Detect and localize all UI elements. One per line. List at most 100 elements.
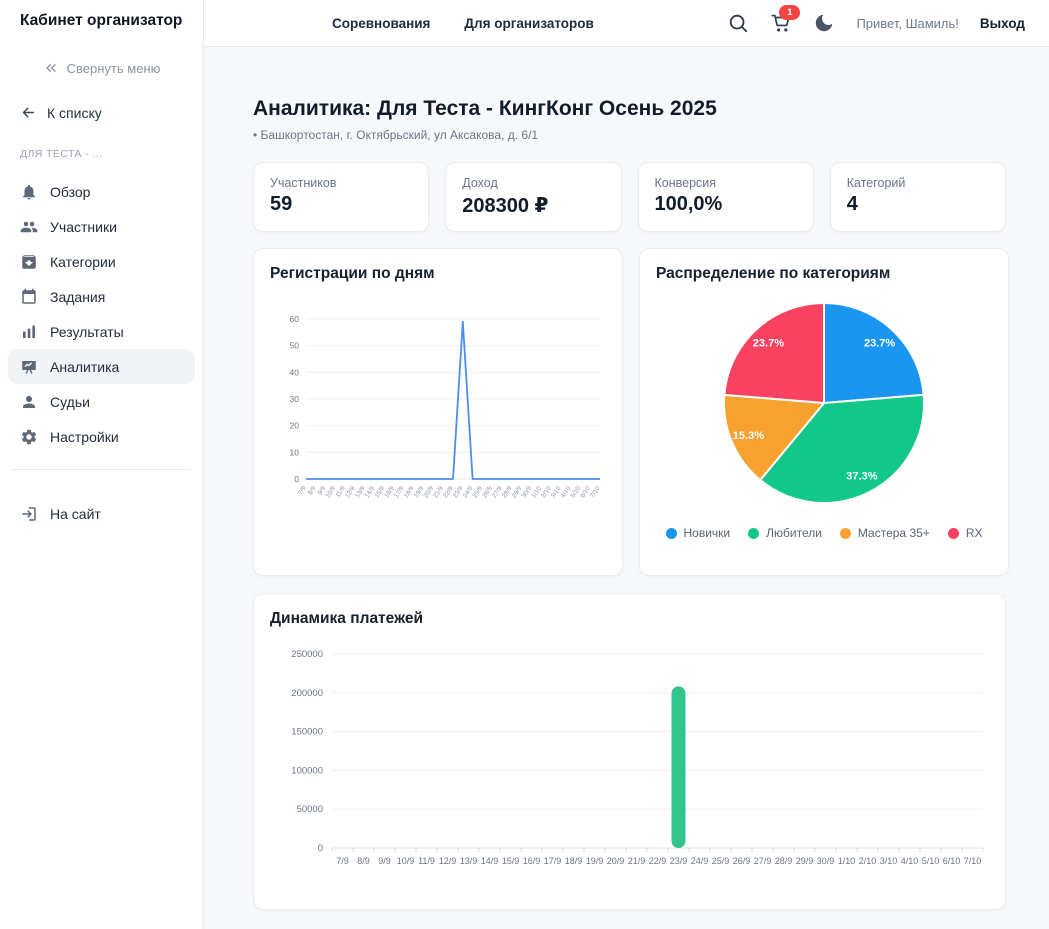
svg-text:10/9: 10/9 — [397, 856, 415, 866]
gear-icon — [20, 428, 38, 446]
svg-text:13/9: 13/9 — [460, 856, 478, 866]
sidebar-item-users[interactable]: Участники — [8, 209, 195, 244]
stat-card: Категорий 4 — [829, 162, 1006, 233]
users-icon — [20, 218, 38, 236]
svg-text:4/10: 4/10 — [901, 856, 919, 866]
svg-text:26/9: 26/9 — [733, 856, 751, 866]
stat-card: Участников 59 — [253, 162, 430, 233]
categories-pie-chart: 23.7% 37.3% 15.3% 23.7% — [656, 291, 992, 524]
svg-text:0: 0 — [294, 474, 299, 484]
sidebar-footer-menu: На сайт — [0, 496, 203, 531]
svg-text:18/9: 18/9 — [565, 856, 583, 866]
cart-badge: 1 — [779, 5, 801, 20]
archive-icon — [20, 253, 38, 271]
legend-label: RX — [965, 526, 983, 541]
calendar-icon — [20, 288, 38, 306]
svg-text:8/9: 8/9 — [357, 856, 370, 866]
sidebar-item-site[interactable]: На сайт — [8, 496, 195, 531]
dark-mode-toggle[interactable] — [813, 12, 835, 34]
collapse-menu-button[interactable]: Свернуть меню — [0, 60, 203, 76]
legend-item[interactable]: Новички — [665, 526, 731, 541]
categories-chart-title: Распределение по категориям — [656, 265, 891, 283]
event-location-text: Башкортостан, г. Октябрьский, ул Аксаков… — [260, 128, 539, 143]
svg-text:20: 20 — [290, 421, 300, 431]
categories-chart-card: Распределение по категориям 23.7% 37.3% 15… — [639, 248, 1009, 577]
search-icon — [730, 14, 748, 33]
stat-label: Доход — [462, 176, 498, 191]
svg-text:150000: 150000 — [291, 727, 323, 738]
svg-text:3/10: 3/10 — [880, 856, 898, 866]
legend-dot-icon — [665, 527, 677, 539]
stat-card: Доход 208300 ₽ — [445, 162, 622, 233]
svg-text:15/9: 15/9 — [502, 856, 520, 866]
svg-text:7/10: 7/10 — [964, 856, 982, 866]
svg-text:12/9: 12/9 — [439, 856, 457, 866]
nav-link-competitions[interactable]: Соревнования — [332, 16, 430, 31]
svg-text:22/9: 22/9 — [649, 856, 667, 866]
payments-chart-card: Динамика платежей 0 50000 100000 150000 2000… — [253, 593, 1006, 911]
sidebar-item-label: На сайт — [50, 505, 101, 522]
sidebar-item-presentation[interactable]: Аналитика — [8, 349, 195, 384]
registrations-line-chart: 0 10 20 30 40 50 60 7/9 8/9 9/9 10/9 11/9 12/9 13/9 14… — [270, 291, 606, 534]
legend-item[interactable]: Любители — [748, 526, 822, 540]
svg-text:15.3%: 15.3% — [733, 430, 764, 442]
sidebar-item-label: Аналитика — [50, 358, 120, 375]
collapse-menu-label: Свернуть меню — [66, 60, 161, 76]
sidebar-item-label: Результаты — [50, 323, 124, 340]
svg-text:28/9: 28/9 — [775, 856, 793, 866]
stat-label: Категорий — [846, 176, 906, 191]
content: Аналитика: Для Теста - КингКонг Осень 20… — [204, 47, 1049, 929]
sidebar-item-person[interactable]: Судьи — [8, 384, 195, 419]
legend-label: Мастера 35+ — [857, 526, 930, 541]
svg-text:7/9: 7/9 — [336, 856, 349, 866]
svg-text:17/9: 17/9 — [544, 856, 562, 866]
svg-text:10: 10 — [290, 447, 300, 457]
logout-button[interactable]: Выход — [980, 16, 1025, 31]
sidebar-item-calendar[interactable]: Задания — [8, 279, 195, 314]
cart-button[interactable]: 1 — [770, 5, 801, 34]
payments-bar-chart: 0 50000 100000 150000 200000 250000 7/9 8/9 9/9 1… — [270, 636, 989, 899]
sidebar-item-bell[interactable]: Обзор — [8, 174, 195, 209]
arrow-left-icon — [22, 107, 35, 118]
sidebar-item-gear[interactable]: Настройки — [8, 419, 195, 454]
svg-text:11/9: 11/9 — [418, 856, 435, 866]
svg-text:40: 40 — [290, 367, 300, 377]
person-icon — [20, 393, 38, 411]
stat-label: Конверсия — [654, 176, 717, 191]
svg-text:14/9: 14/9 — [481, 856, 499, 866]
svg-text:2/10: 2/10 — [859, 856, 877, 866]
svg-text:250000: 250000 — [291, 649, 323, 660]
sidebar-item-bar-chart[interactable]: Результаты — [8, 314, 195, 349]
svg-text:60: 60 — [290, 314, 300, 324]
sidebar-item-archive[interactable]: Категории — [8, 244, 195, 279]
svg-text:50: 50 — [290, 341, 300, 351]
event-location: • Башкортостан, г. Октябрьский, ул Аксак… — [253, 128, 539, 143]
svg-text:30/9: 30/9 — [817, 856, 835, 866]
legend-item[interactable]: RX — [947, 526, 983, 541]
legend-dot-icon — [839, 527, 851, 539]
charts-row: Регистрации по дням 0 10 20 30 40 50 60 7/9 8/9 9… — [253, 248, 1009, 577]
registrations-chart-card: Регистрации по дням 0 10 20 30 40 50 60 7/9 8/9 9… — [253, 248, 623, 577]
svg-text:1/10: 1/10 — [838, 856, 856, 866]
svg-text:50000: 50000 — [297, 804, 323, 815]
pie-legend: Новички Любители Мастера 35+ RX — [656, 526, 992, 540]
double-chevron-left-icon — [45, 64, 56, 72]
stat-value: 100,0% — [654, 193, 723, 216]
back-to-list-link[interactable]: К списку — [20, 104, 183, 121]
sidebar-menu: Обзор Участники Категории Задания Резуль… — [0, 174, 203, 454]
svg-text:37.3%: 37.3% — [846, 471, 877, 483]
svg-text:0: 0 — [318, 843, 323, 854]
svg-text:100000: 100000 — [291, 766, 323, 777]
svg-text:6/10: 6/10 — [943, 856, 961, 866]
sidebar-item-label: Обзор — [50, 183, 91, 200]
svg-text:23/9: 23/9 — [670, 856, 688, 866]
registrations-chart-title: Регистрации по дням — [270, 265, 435, 283]
search-button[interactable] — [727, 12, 749, 34]
sidebar-item-label: Судьи — [50, 393, 90, 410]
svg-text:23.7%: 23.7% — [753, 338, 784, 350]
nav-link-for-organizers[interactable]: Для организаторов — [464, 16, 593, 31]
legend-label: Новички — [683, 526, 731, 541]
svg-text:30: 30 — [290, 394, 300, 404]
legend-item[interactable]: Мастера 35+ — [839, 526, 930, 541]
stats-row: Участников 59 Доход 208300 ₽ Конверсия 1… — [253, 162, 1006, 233]
